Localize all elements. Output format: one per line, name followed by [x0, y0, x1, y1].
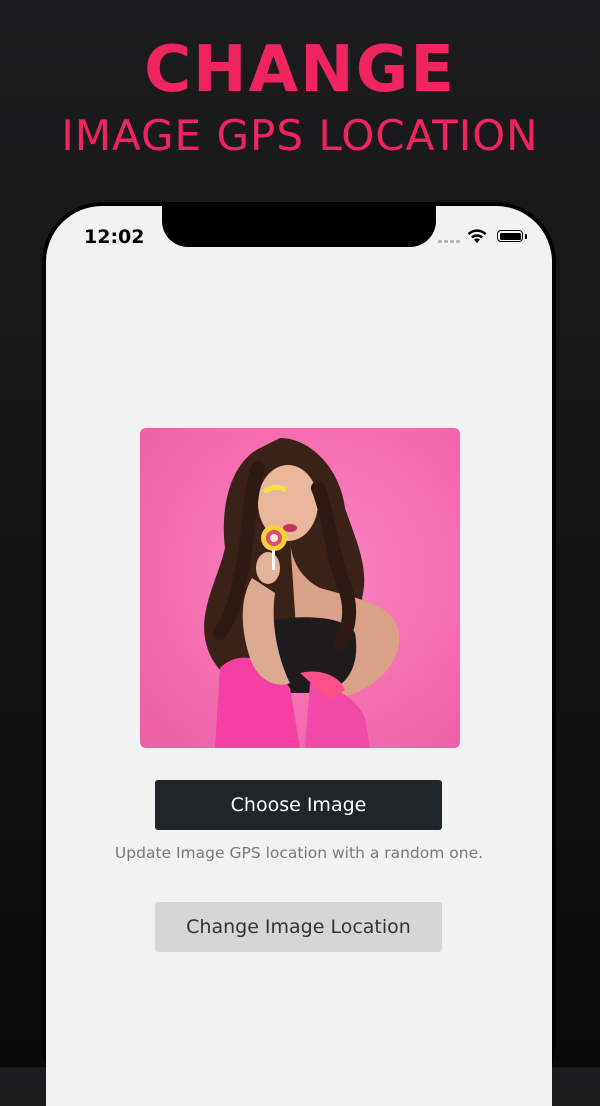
promo-headline-subtitle: IMAGE GPS LOCATION — [61, 111, 539, 160]
change-image-location-button[interactable]: Change Image Location — [155, 902, 442, 952]
status-bar-time: 12:02 — [84, 226, 145, 248]
location-hint-text: Update Image GPS location with a random … — [114, 844, 484, 862]
cellular-signal-icon — [438, 240, 462, 244]
battery-icon — [497, 230, 523, 242]
promo-headline-title: CHANGE — [144, 33, 456, 107]
battery-cap — [525, 234, 527, 239]
phone-notch — [162, 206, 436, 247]
phone-screen: 12:02 Choose Image Update Image GPS loca… — [46, 206, 552, 1106]
selected-photo — [140, 428, 460, 748]
wifi-icon — [466, 228, 488, 249]
choose-image-button[interactable]: Choose Image — [155, 780, 442, 830]
